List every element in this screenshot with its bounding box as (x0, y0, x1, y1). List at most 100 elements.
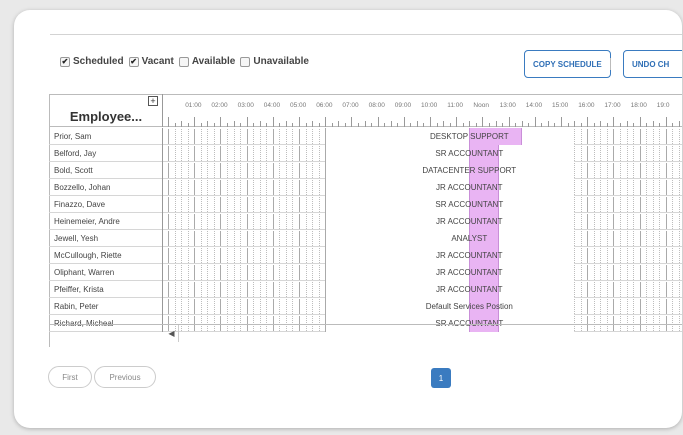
quarter-line (279, 231, 281, 246)
employee-name[interactable]: Oliphant, Warren (49, 264, 163, 281)
schedule-row[interactable]: Prior, Sam DESKTOP SUPPORT (49, 128, 682, 145)
first-page-button[interactable]: First (48, 366, 92, 388)
hour-tick (443, 121, 445, 127)
quarter-line (646, 180, 648, 195)
copy-schedule-button[interactable]: COPY SCHEDULE (524, 50, 611, 78)
quarter-line (285, 197, 287, 212)
checkbox-icon[interactable]: ✔ (128, 56, 139, 67)
undo-changes-button[interactable]: UNDO CH (623, 50, 682, 78)
employee-name[interactable]: Finazzo, Dave (49, 196, 163, 213)
quarter-line (312, 163, 314, 178)
hour-line (246, 163, 248, 178)
schedule-row[interactable]: Belford, Jay SR ACCOUNTANT (49, 145, 682, 162)
quarter-line (181, 214, 183, 229)
employee-name[interactable]: Prior, Sam (49, 128, 163, 145)
hour-line (220, 231, 222, 246)
hour-line (272, 129, 274, 144)
quarter-line (174, 180, 176, 195)
employee-name[interactable]: Jewell, Yesh (49, 230, 163, 247)
quarter-line (312, 197, 314, 212)
hour-line (665, 146, 667, 161)
expand-icon[interactable]: + (148, 96, 158, 106)
employee-name[interactable]: Belford, Jay (49, 145, 163, 162)
schedule-row[interactable]: Heinemeier, Andre JR ACCOUNTANT (49, 213, 682, 230)
previous-page-button[interactable]: Previous (94, 366, 156, 388)
quarter-line (240, 163, 242, 178)
quarter-line (593, 282, 595, 297)
schedule-row[interactable]: Oliphant, Warren JR ACCOUNTANT (49, 264, 682, 281)
employee-name[interactable]: Bold, Scott (49, 162, 163, 179)
quarter-line (292, 214, 294, 229)
scroll-left-icon[interactable]: ◀ (165, 325, 179, 342)
row-timeline[interactable]: SR ACCOUNTANT (165, 196, 682, 213)
filter-vacant[interactable]: ✔ Vacant (128, 56, 174, 67)
hour-line (299, 163, 300, 178)
quarter-line (672, 214, 674, 229)
employee-name[interactable]: Rabin, Peter (49, 298, 163, 315)
quarter-line (233, 197, 235, 212)
schedule-row[interactable]: McCullough, Riette JR ACCOUNTANT (49, 247, 682, 264)
hour-line (639, 265, 641, 280)
row-timeline[interactable]: DATACENTER SUPPORT (165, 162, 682, 179)
filter-label: Unavailable (253, 56, 309, 67)
shift-label: DESKTOP SUPPORT (429, 132, 509, 141)
hour-tick (410, 123, 412, 127)
schedule-row[interactable]: Bold, Scott DATACENTER SUPPORT (49, 162, 682, 179)
hour-tick (561, 117, 562, 127)
quarter-line (318, 129, 320, 144)
row-timeline[interactable]: DESKTOP SUPPORT (165, 128, 682, 145)
row-timeline[interactable]: JR ACCOUNTANT (165, 281, 682, 298)
quarter-line (200, 231, 202, 246)
row-timeline[interactable]: JR ACCOUNTANT (165, 247, 682, 264)
quarter-line (226, 146, 228, 161)
hour-tick (600, 121, 602, 127)
row-timeline[interactable]: ANALYST (165, 230, 682, 247)
row-timeline[interactable]: JR ACCOUNTANT (165, 264, 682, 281)
quarter-line (672, 163, 674, 178)
employee-name[interactable]: Pfeiffer, Krista (49, 281, 163, 298)
quarter-line (619, 282, 621, 297)
schedule-row[interactable]: Jewell, Yesh ANALYST (49, 230, 682, 247)
quarter-line (181, 129, 183, 144)
filter-scheduled[interactable]: ✔ Scheduled (60, 56, 124, 67)
schedule-row[interactable]: Bozzello, Johan JR ACCOUNTANT (49, 179, 682, 196)
filter-unavailable[interactable]: Unavailable (240, 56, 309, 67)
hour-line (194, 129, 196, 144)
hour-tick (305, 123, 307, 127)
quarter-line (292, 282, 294, 297)
checkbox-icon[interactable] (178, 56, 189, 67)
schedule-row[interactable]: Rabin, Peter Default Services Postion (49, 298, 682, 315)
quarter-line (646, 214, 648, 229)
filter-available[interactable]: Available (178, 56, 235, 67)
hour-line (639, 248, 641, 263)
schedule-row[interactable]: Finazzo, Dave SR ACCOUNTANT (49, 196, 682, 213)
hour-line (613, 129, 615, 144)
quarter-line (200, 214, 202, 229)
hour-line (194, 248, 196, 263)
quarter-line (187, 299, 189, 314)
hour-label: 17:00 (604, 102, 621, 109)
quarter-line (633, 163, 635, 178)
checkbox-icon[interactable]: ✔ (60, 56, 70, 67)
row-timeline[interactable]: SR ACCOUNTANT (165, 145, 682, 162)
checkbox-icon[interactable] (240, 56, 251, 67)
hour-tick (299, 117, 300, 127)
hour-tick (240, 123, 242, 127)
page-1-button[interactable]: 1 (431, 368, 451, 388)
employee-name[interactable]: McCullough, Riette (49, 247, 163, 264)
quarter-line (279, 214, 281, 229)
quarter-line (226, 299, 228, 314)
row-timeline[interactable]: JR ACCOUNTANT (165, 213, 682, 230)
schedule-row[interactable]: Pfeiffer, Krista JR ACCOUNTANT (49, 281, 682, 298)
quarter-line (240, 180, 242, 195)
quarter-line (659, 299, 661, 314)
employee-name[interactable]: Bozzello, Johan (49, 179, 163, 196)
hour-line (613, 248, 615, 263)
employee-column-header[interactable]: + Employee... (49, 94, 163, 127)
hour-line (665, 197, 667, 212)
row-timeline[interactable]: JR ACCOUNTANT (165, 179, 682, 196)
row-timeline[interactable]: Default Services Postion (165, 298, 682, 315)
schedule-card: ✔ Scheduled ✔ Vacant Available Unavailable CO… (14, 10, 682, 428)
employee-name[interactable]: Heinemeier, Andre (49, 213, 163, 230)
quarter-line (672, 248, 674, 263)
